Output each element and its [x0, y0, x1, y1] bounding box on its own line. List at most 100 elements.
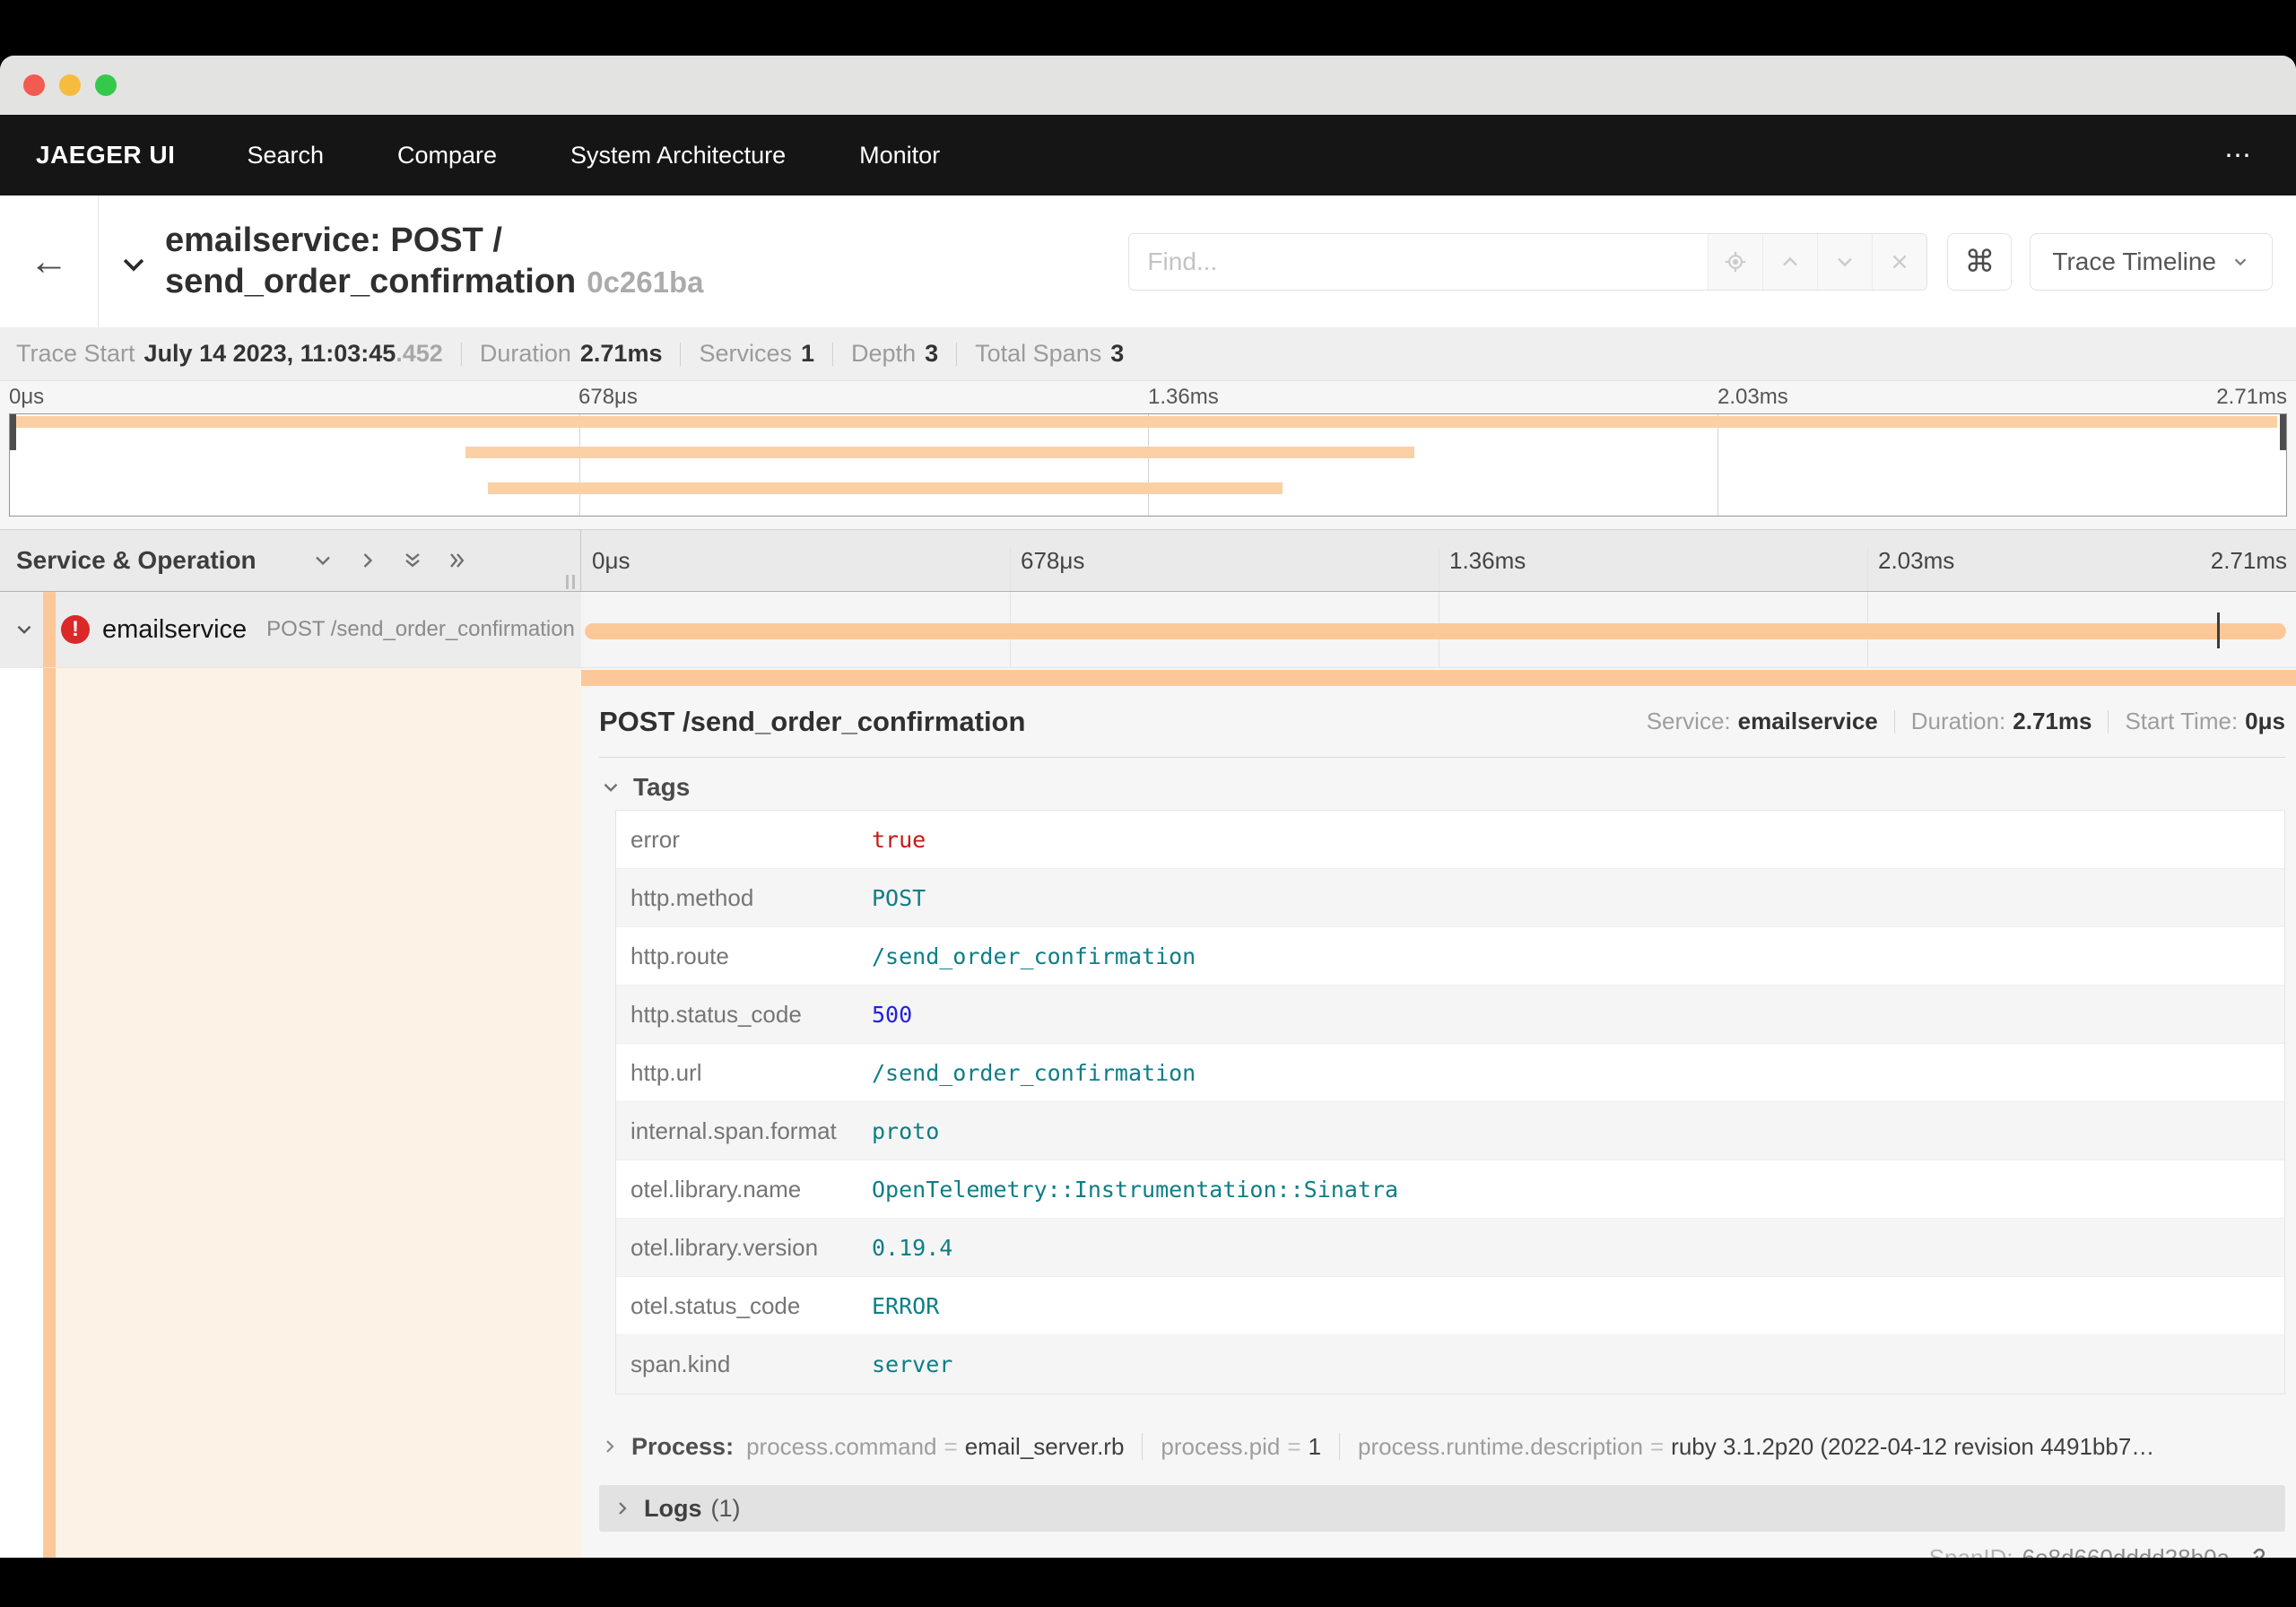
find-next-icon[interactable]	[1817, 233, 1873, 290]
minimap-span-bar	[14, 416, 2277, 428]
span-detail-panel: POST /send_order_confirmation Service: e…	[581, 668, 2296, 1558]
minimap-span-bar	[465, 447, 1414, 458]
minimize-window-button[interactable]	[59, 74, 81, 96]
minimap-drag-handle-left[interactable]	[10, 414, 16, 450]
tag-row: span.kind server	[616, 1335, 2284, 1394]
equals-sign: =	[944, 1432, 958, 1460]
process-key: process.runtime.description	[1358, 1432, 1643, 1460]
total-spans-value: 3	[1110, 340, 1125, 367]
trace-header-controls: ⌘ Trace Timeline	[1128, 195, 2296, 327]
collapse-all-icon[interactable]	[400, 548, 425, 573]
gridline	[1867, 547, 1868, 591]
span-name-cell[interactable]: ! emailservice POST /send_order_confirma…	[0, 592, 581, 667]
trace-view-selector-label: Trace Timeline	[2052, 247, 2216, 275]
process-kv: process.command = email_server.rb	[746, 1433, 1124, 1461]
collapse-trace-chevron-icon[interactable]	[118, 249, 149, 280]
operation-name: POST /send_order_confirmation	[266, 617, 575, 641]
titlebar	[0, 56, 2296, 115]
nav-item-system-architecture[interactable]: System Architecture	[570, 142, 786, 169]
process-section-toggle[interactable]: Process: process.command = email_server.…	[599, 1420, 2285, 1473]
navbar: JAEGER UI Search Compare System Architec…	[0, 115, 2296, 195]
tag-row: internal.span.format proto	[616, 1102, 2284, 1160]
tag-value: /send_order_confirmation	[872, 1059, 1196, 1086]
span-timeline-cell[interactable]	[581, 592, 2296, 667]
tag-key: http.status_code	[631, 1000, 802, 1028]
divider	[832, 342, 834, 366]
trace-header: ← emailservice: POST / send_order_confir…	[0, 195, 2296, 327]
span-id-value: 6e8d660dddd28b0a	[2022, 1544, 2230, 1558]
divider	[680, 342, 682, 366]
depth-label: Depth	[851, 340, 917, 367]
divider	[1893, 709, 1895, 734]
duration-value: 2.71ms	[579, 340, 663, 367]
tag-key: http.method	[631, 883, 754, 911]
logs-section-toggle[interactable]: Logs (1)	[599, 1485, 2285, 1532]
start-time-label: Start Time:	[2125, 708, 2239, 734]
tag-key: error	[631, 825, 680, 853]
service-operation-title: Service & Operation	[16, 546, 257, 574]
service-operation-header: Service & Operation	[0, 530, 581, 591]
nav-item-monitor[interactable]: Monitor	[859, 142, 940, 169]
collapse-children-chevron-icon[interactable]	[13, 618, 36, 641]
minimap-drag-handle-right[interactable]	[2280, 414, 2286, 450]
ruler-tick: 0μs	[592, 547, 631, 574]
process-key: process.pid	[1161, 1432, 1281, 1460]
timeline-ruler: 0μs 678μs 1.36ms 2.03ms 2.71ms	[581, 530, 2296, 591]
nav-overflow-icon[interactable]: ⋯	[2224, 140, 2253, 171]
find-group	[1128, 232, 1928, 291]
copy-link-icon[interactable]	[2242, 1545, 2269, 1558]
span-duration-bar[interactable]	[584, 623, 2286, 639]
trace-title-wrap: emailservice: POST / send_order_confirma…	[99, 195, 704, 327]
trace-minimap: 0μs 678μs 1.36ms 2.03ms 2.71ms	[0, 381, 2296, 529]
timeline-grid-header: Service & Operation 0μs 678μs 1.36ms 2.0…	[0, 529, 2296, 592]
tags-section-toggle[interactable]: Tags	[599, 771, 2285, 803]
tag-key: http.route	[631, 942, 729, 969]
nav-item-search[interactable]: Search	[247, 142, 324, 169]
divider	[1142, 1433, 1144, 1460]
span-row[interactable]: ! emailservice POST /send_order_confirma…	[0, 592, 2296, 668]
trace-view-selector[interactable]: Trace Timeline	[2030, 232, 2273, 291]
find-prev-icon[interactable]	[1762, 233, 1818, 290]
tag-value: server	[872, 1351, 953, 1377]
detail-row-highlight	[56, 668, 581, 1558]
nav-item-compare[interactable]: Compare	[397, 142, 497, 169]
tag-value: ERROR	[872, 1292, 940, 1319]
tag-value: true	[872, 826, 926, 853]
logs-label: Logs	[644, 1494, 702, 1522]
tag-key: otel.library.version	[631, 1233, 819, 1261]
expand-one-icon[interactable]	[355, 548, 380, 573]
tag-key: internal.span.format	[631, 1116, 837, 1144]
back-button[interactable]: ←	[0, 195, 99, 327]
find-clear-icon[interactable]	[1872, 233, 1927, 290]
collapse-one-icon[interactable]	[310, 548, 335, 573]
find-match-highlight-icon[interactable]	[1708, 233, 1763, 290]
find-input[interactable]	[1129, 233, 1709, 290]
tag-row: http.route /send_order_confirmation	[616, 927, 2284, 986]
depth-value: 3	[925, 340, 939, 367]
gridline	[578, 414, 580, 516]
error-icon: !	[61, 615, 90, 644]
start-time-value: 0μs	[2245, 708, 2285, 734]
trace-title: emailservice: POST / send_order_confirma…	[165, 220, 704, 303]
span-duration-bar-detail	[581, 670, 2296, 686]
expand-all-icon[interactable]	[445, 548, 470, 573]
trace-title-line1: emailservice: POST /	[165, 222, 502, 259]
tag-value: /send_order_confirmation	[872, 942, 1196, 969]
process-value: email_server.rb	[964, 1432, 1125, 1460]
minimap-canvas[interactable]	[9, 413, 2287, 517]
span-id-row: SpanID: 6e8d660dddd28b0a	[599, 1544, 2285, 1558]
zoom-window-button[interactable]	[95, 74, 117, 96]
jaeger-logo[interactable]: JAEGER UI	[36, 141, 175, 169]
service-color-strip	[43, 592, 56, 667]
tag-key: http.url	[631, 1058, 702, 1086]
minimap-tick: 2.71ms	[2216, 385, 2287, 409]
trace-start-value: July 14 2023, 11:03:45	[144, 340, 396, 367]
divider	[2108, 709, 2109, 734]
close-window-button[interactable]	[23, 74, 45, 96]
services-value: 1	[801, 340, 815, 367]
process-value: ruby 3.1.2p20 (2022-04-12 revision 4491b…	[1671, 1432, 2155, 1460]
column-resize-grip[interactable]	[566, 575, 575, 589]
tags-table: error true http.method POST http.route /…	[615, 810, 2285, 1394]
keyboard-shortcuts-button[interactable]: ⌘	[1947, 232, 2013, 291]
screen: JAEGER UI Search Compare System Architec…	[0, 0, 2296, 1607]
